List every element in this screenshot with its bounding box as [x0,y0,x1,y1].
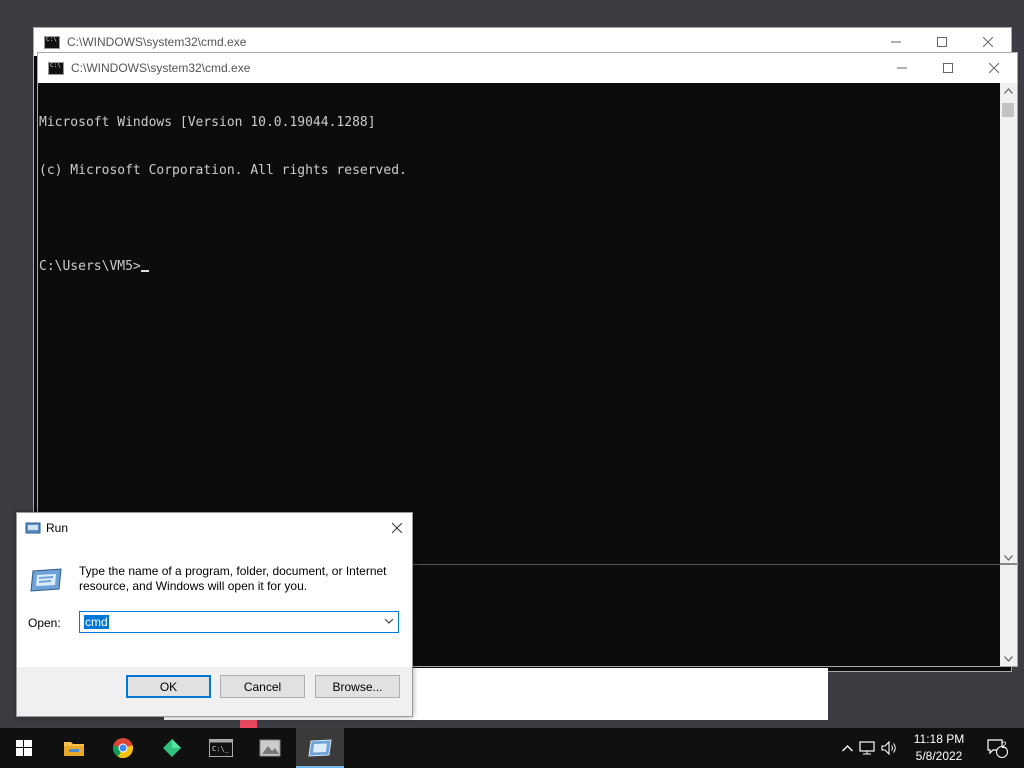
vertical-scrollbar[interactable] [1000,83,1017,666]
run-titlebar[interactable]: Run [17,513,412,542]
text-cursor [140,270,149,272]
folder-icon [64,742,84,756]
run-icon [25,522,41,533]
minimize-button[interactable] [879,53,925,83]
notification-center-button[interactable]: 2 [980,728,1014,768]
chevron-down-icon[interactable] [384,617,394,625]
maximize-icon [937,37,947,47]
clock-time: 11:18 PM [913,732,965,746]
console-prompt-line[interactable]: C:\Users\VM5> [39,259,1000,275]
taskbar-chrome[interactable] [99,728,147,768]
taskbar-run[interactable] [296,728,344,768]
cancel-button[interactable]: Cancel [220,675,305,698]
ok-button[interactable]: OK [126,675,211,698]
taskbar-green-app[interactable] [148,728,196,768]
taskbar-image-viewer[interactable] [246,728,294,768]
chevron-up-icon [841,744,853,751]
run-dialog[interactable]: Run Type the name of a program, folder, … [16,512,413,717]
windows-logo-icon [16,740,32,756]
minimize-icon [897,67,907,69]
run-body: Type the name of a program, folder, docu… [17,542,412,667]
scrollbar-thumb[interactable] [1002,103,1014,117]
chevron-down-icon [1004,656,1013,662]
open-input-value[interactable]: cmd [84,615,109,629]
cmd-title: C:\WINDOWS\system32\cmd.exe [71,61,251,75]
cmd-icon [48,61,64,75]
scroll-down-button-back[interactable] [1000,651,1017,667]
maximize-button[interactable] [925,53,971,83]
clock-date: 5/8/2022 [915,749,963,763]
run-close-button[interactable] [382,513,412,543]
close-icon [392,522,402,533]
taskbar-file-explorer[interactable] [50,728,98,768]
close-button[interactable] [971,53,1017,83]
speaker-icon [880,741,896,755]
cmd-icon: C:\_ [209,739,233,757]
start-button[interactable] [0,728,48,768]
green-diamond-icon [163,739,181,757]
taskbar-clock[interactable]: 11:18 PM 5/8/2022 [900,731,978,765]
run-title: Run [46,520,69,535]
cmd-back-title: C:\WINDOWS\system32\cmd.exe [67,35,247,49]
cmd-icon [44,35,60,49]
close-icon [983,37,993,47]
taskbar: C:\_ 11:18 PM 5/8/2022 2 [0,728,1024,768]
scroll-up-button[interactable] [1000,83,1017,99]
svg-text:C:\_: C:\_ [212,745,230,753]
landscape-icon [259,739,281,757]
minimize-icon [891,41,901,43]
open-combobox[interactable]: cmd [79,611,399,633]
red-marker [240,720,257,728]
close-icon [989,63,999,73]
chevron-down-icon [1004,555,1013,561]
console-prompt: C:\Users\VM5> [39,259,141,274]
console-line: Microsoft Windows [Version 10.0.19044.12… [39,115,376,130]
run-description: Type the name of a program, folder, docu… [79,564,387,593]
network-button[interactable] [856,741,878,755]
run-icon [308,739,332,757]
notification-count: 2 [1001,740,1007,750]
chrome-icon [112,738,134,759]
console-line: (c) Microsoft Corporation. All rights re… [39,163,407,178]
run-app-icon [30,568,62,592]
system-tray [838,728,900,768]
taskbar-command-prompt[interactable]: C:\_ [197,728,245,768]
show-hidden-icons-button[interactable] [838,744,856,752]
scroll-separator [1000,563,1017,565]
cmd-titlebar[interactable]: C:\WINDOWS\system32\cmd.exe [38,53,1017,83]
chevron-up-icon [1004,88,1013,94]
open-label: Open: [28,616,61,630]
maximize-icon [943,63,953,73]
network-icon [859,741,875,755]
volume-button[interactable] [878,741,900,755]
browse-button[interactable]: Browse... [315,675,400,698]
